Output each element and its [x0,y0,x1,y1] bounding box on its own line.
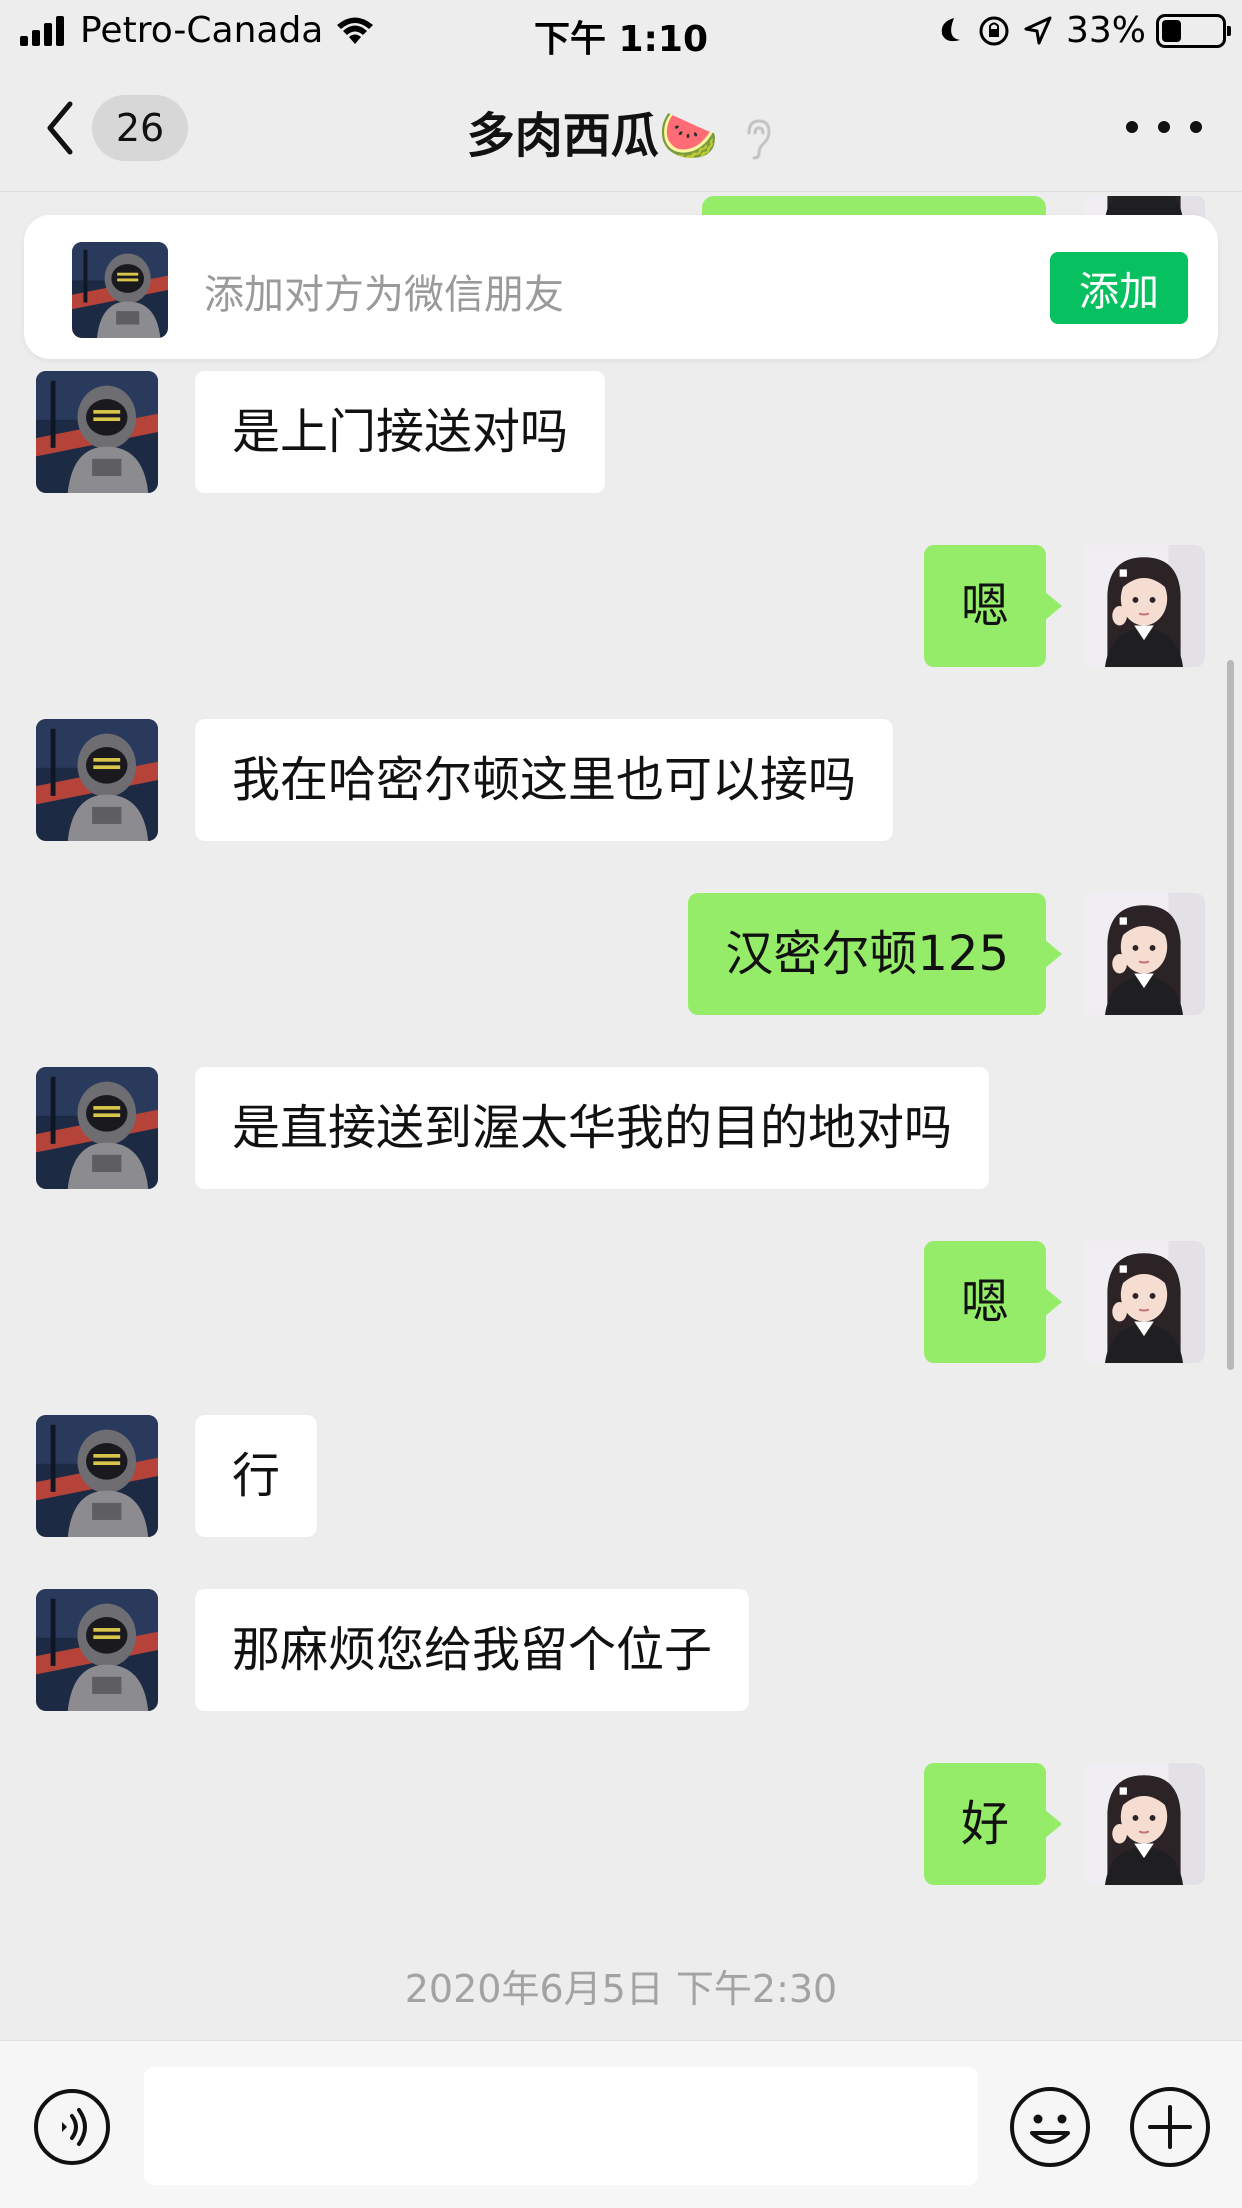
status-right: 33% [922,10,1231,51]
message-row-incoming: 是直接送到渥太华我的目的地对吗 [0,1067,1242,1189]
message-bubble[interactable]: 我在哈密尔顿这里也可以接吗 [195,719,894,841]
voice-input-icon[interactable] [32,2087,112,2167]
message-bubble[interactable]: 行 [195,1415,318,1537]
message-bubble[interactable]: 那麻烦您给我留个位子 [195,1589,750,1711]
emoji-icon[interactable] [1008,2085,1092,2169]
nav-bar: 26 多肉西瓜🍉 [0,62,1242,192]
message-row-outgoing: 好 [0,1763,1242,1885]
chat-timestamp: 2020年6月5日 下午2:30 [404,1967,838,2011]
battery-percent: 33% [1065,10,1146,51]
add-friend-button[interactable]: 添加 [1050,252,1188,324]
chat-title-row: 多肉西瓜🍉 [0,96,1242,166]
message-bubble[interactable]: 汉密尔顿125 [688,893,1062,1015]
plus-icon[interactable] [1128,2085,1212,2169]
contact-avatar[interactable] [36,1067,158,1189]
scrollbar[interactable] [1227,660,1234,1370]
message-row-incoming: 是上门接送对吗 [0,371,1242,493]
earpiece-mode-icon [747,119,771,160]
my-avatar[interactable] [1083,1241,1205,1363]
message-row-outgoing: 汉密尔顿125 [0,893,1242,1015]
contact-avatar[interactable] [72,242,168,338]
contact-avatar[interactable] [36,1415,158,1537]
battery-icon [1156,13,1231,48]
my-avatar[interactable] [1083,893,1205,1015]
message-input[interactable] [144,2067,978,2185]
message-row-incoming: 行 [0,1415,1242,1537]
message-bubble[interactable]: 好 [923,1763,1063,1885]
my-avatar[interactable] [1083,1763,1205,1885]
message-bubble[interactable]: 嗯 [923,1241,1063,1363]
rotation-lock-icon [979,16,1009,45]
message-row-incoming: 那麻烦您给我留个位子 [0,1589,1242,1711]
location-arrow-icon [1024,16,1052,44]
contact-avatar[interactable] [36,719,158,841]
my-avatar[interactable] [1083,545,1205,667]
dot-icon [1190,121,1202,133]
input-bar [0,2040,1242,2208]
add-friend-prompt: 添加对方为微信朋友 [204,272,564,318]
message-row-outgoing: 嗯 [0,545,1242,667]
message-bubble[interactable]: 是上门接送对吗 [195,371,606,493]
message-row-outgoing: 嗯 [0,1241,1242,1363]
more-options-button[interactable] [1126,112,1202,142]
chat-title: 多肉西瓜🍉 [466,108,719,164]
contact-avatar[interactable] [36,371,158,493]
moon-icon [941,17,960,41]
dot-icon [1158,121,1170,133]
add-friend-banner: 添加对方为微信朋友 添加 [24,215,1218,359]
status-bar: Petro-Canada 下午 1:10 33% [0,0,1242,62]
message-row-incoming: 我在哈密尔顿这里也可以接吗 [0,719,1242,841]
message-bubble[interactable]: 嗯 [923,545,1063,667]
message-bubble[interactable]: 是直接送到渥太华我的目的地对吗 [195,1067,990,1189]
dot-icon [1126,121,1138,133]
contact-avatar[interactable] [36,1589,158,1711]
